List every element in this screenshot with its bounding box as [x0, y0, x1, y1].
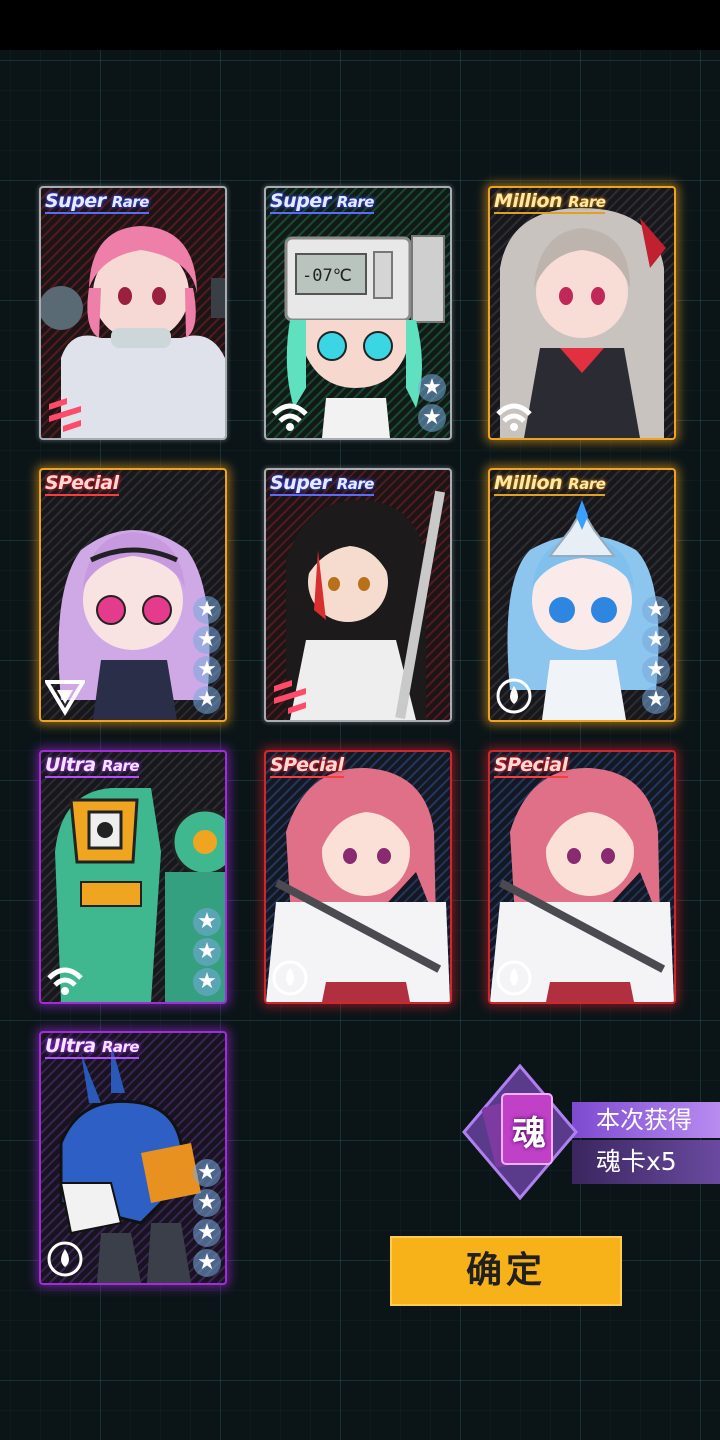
drop-icon — [47, 1241, 83, 1277]
star-icon: ★ — [193, 686, 221, 714]
stripe-icon — [274, 680, 306, 714]
rarity-label: Million Rare — [494, 190, 606, 214]
star-icon: ★ — [642, 656, 670, 684]
thermometer-readout: -07℃ — [302, 266, 352, 286]
star-icon: ★ — [193, 1249, 221, 1277]
stripe-icon — [49, 398, 81, 432]
reward-count: 魂卡x5 — [572, 1140, 720, 1184]
card-7[interactable]: Ultra Rare ★ ★ ★ — [39, 750, 227, 1004]
card-6[interactable]: Million Rare ★ ★ ★ ★ — [488, 468, 676, 722]
soul-badge-char: 魂 — [512, 1114, 546, 1154]
rarity-label: Ultra Rare — [45, 754, 140, 778]
wifi-icon — [496, 403, 532, 431]
star-icon: ★ — [642, 686, 670, 714]
star-icon: ★ — [193, 1159, 221, 1187]
wifi-icon — [272, 403, 308, 431]
drop-icon — [496, 960, 532, 996]
card-10[interactable]: Ultra Rare ★ ★ ★ ★ — [39, 1031, 227, 1285]
drop-icon — [496, 678, 532, 714]
star-icon: ★ — [193, 656, 221, 684]
rarity-label: Super Rare — [270, 190, 374, 214]
drop-icon — [272, 960, 308, 996]
star-rating: ★ ★ ★ ★ — [193, 596, 223, 714]
rarity-label: Ultra Rare — [45, 1035, 140, 1059]
card-5[interactable]: Super Rare — [264, 468, 452, 722]
star-icon: ★ — [193, 968, 221, 996]
card-4[interactable]: SPecial ★ ★ ★ ★ — [39, 468, 227, 722]
star-icon: ★ — [193, 938, 221, 966]
star-rating: ★ ★ ★ ★ — [642, 596, 672, 714]
soul-reward-panel: 本次获得 魂卡x5 魂 — [462, 1062, 720, 1202]
rarity-label: Super Rare — [45, 190, 149, 214]
rarity-label: SPecial — [270, 754, 344, 778]
card-1[interactable]: Super Rare — [39, 186, 227, 440]
star-icon: ★ — [193, 626, 221, 654]
card-8[interactable]: SPecial — [264, 750, 452, 1004]
card-3[interactable]: Million Rare — [488, 186, 676, 440]
star-icon: ★ — [193, 1219, 221, 1247]
rarity-label: SPecial — [45, 472, 119, 496]
star-rating: ★ ★ ★ ★ — [193, 1159, 223, 1277]
card-9[interactable]: SPecial — [488, 750, 676, 1004]
confirm-button[interactable]: 确定 — [390, 1236, 622, 1306]
reward-label: 本次获得 — [572, 1102, 720, 1138]
rarity-label: SPecial — [494, 754, 568, 778]
star-icon: ★ — [418, 404, 446, 432]
star-rating: ★ ★ ★ — [193, 908, 223, 996]
star-icon: ★ — [193, 596, 221, 624]
star-rating: ★ ★ — [418, 374, 448, 432]
star-icon: ★ — [418, 374, 446, 402]
wifi-icon — [47, 967, 83, 995]
status-bar — [0, 0, 720, 50]
rarity-label: Million Rare — [494, 472, 606, 496]
star-icon: ★ — [642, 626, 670, 654]
card-2[interactable]: -07℃ Super Rare ★ ★ — [264, 186, 452, 440]
rarity-label: Super Rare — [270, 472, 374, 496]
star-icon: ★ — [642, 596, 670, 624]
star-icon: ★ — [193, 1189, 221, 1217]
triangle-icon — [45, 680, 85, 716]
star-icon: ★ — [193, 908, 221, 936]
